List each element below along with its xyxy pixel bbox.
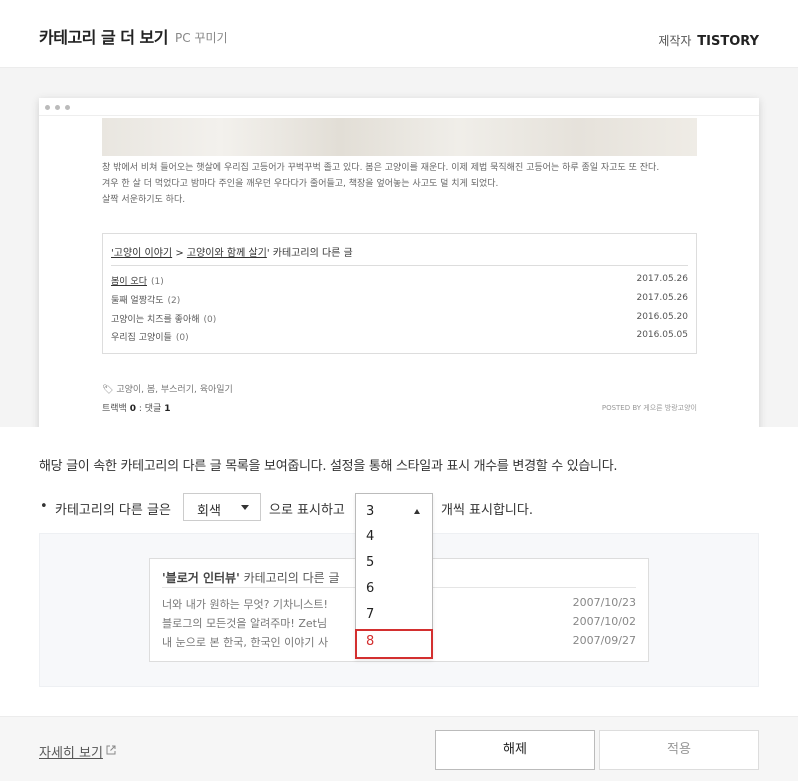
related-row-title[interactable]: 우리집 고양이들	[111, 333, 172, 343]
related-row-date: 2016.05.05	[636, 330, 688, 340]
tag-icon: 🏷︎	[102, 385, 114, 395]
style-select-value: 회색	[197, 504, 221, 519]
count-select-dropdown[interactable]: 3 4 5 6 7 8	[355, 493, 433, 659]
example-row-date: 2007/10/02	[572, 615, 636, 628]
window-dot-icon	[55, 105, 60, 110]
browser-mockup: 창 밖에서 비쳐 들어오는 햇살에 우리집 고등어가 꾸벅꾸벅 졸고 있다. 봄…	[39, 98, 759, 427]
related-row[interactable]: 둘째 얼짱각도 (2) 2017.05.26	[111, 293, 688, 306]
option-label: 6	[366, 581, 375, 596]
maker-label: 제작자	[658, 34, 692, 48]
option-label: 4	[366, 529, 375, 544]
title-rest: ' 카테고리의 다른 글	[266, 248, 353, 259]
preview-area: 창 밖에서 비쳐 들어오는 햇살에 우리집 고등어가 꾸벅꾸벅 졸고 있다. 봄…	[0, 68, 798, 427]
count-option-4[interactable]: 4	[356, 524, 432, 550]
post-line: 창 밖에서 비쳐 들어오는 햇살에 우리집 고등어가 꾸벅꾸벅 졸고 있다. 봄…	[102, 163, 660, 173]
count-option-8[interactable]: 8	[355, 629, 433, 659]
example-title: '블로거 인터뷰' 카테고리의 다른 글	[162, 569, 340, 586]
trackback-count: 0	[129, 404, 136, 414]
related-row-count: (0)	[175, 333, 189, 343]
related-row-date: 2016.05.20	[636, 312, 688, 322]
related-row-title[interactable]: 고양이는 치즈를 좋아해	[111, 315, 200, 325]
window-dot-icon	[45, 105, 50, 110]
count-select[interactable]: 3	[356, 494, 432, 524]
related-row-count: (2)	[167, 296, 181, 306]
bullet: •	[40, 499, 48, 514]
maker-name: TISTORY	[697, 34, 759, 49]
footer: 자세히 보기 해제 적용	[0, 716, 798, 781]
example-title-rest: 카테고리의 다른 글	[239, 571, 340, 585]
comment-count: 1	[164, 404, 171, 414]
option-suffix: 개씩 표시합니다.	[441, 503, 533, 518]
example-title-category: '블로거 인터뷰'	[162, 571, 240, 585]
count-option-7[interactable]: 7	[356, 602, 432, 628]
related-title: '고양이 이야기 > 고양이와 함께 살기' 카테고리의 다른 글	[111, 244, 353, 259]
related-row-date: 2017.05.26	[636, 293, 688, 303]
disable-button[interactable]: 해제	[435, 730, 595, 770]
related-row[interactable]: 봄이 오다 (1) 2017.05.26	[111, 274, 688, 287]
window-dot-icon	[65, 105, 70, 110]
page-title: 카테고리 글 더 보기	[39, 28, 168, 47]
chevron-down-icon	[241, 505, 249, 510]
maker-info: 제작자 TISTORY	[658, 32, 759, 49]
apply-button[interactable]: 적용	[599, 730, 759, 770]
subcategory-link[interactable]: 고양이와 함께 살기	[187, 248, 267, 259]
related-row[interactable]: 고양이는 치즈를 좋아해 (0) 2016.05.20	[111, 312, 688, 325]
post-line: 겨우 한 살 더 먹었다고 밤마다 주인을 깨우던 우다다가 줄어들고, 책장을…	[102, 179, 499, 189]
external-link-icon[interactable]	[106, 745, 116, 755]
related-posts-box: '고양이 이야기 > 고양이와 함께 살기' 카테고리의 다른 글 봄이 오다(…	[102, 233, 697, 354]
trackback-comment: 트랙백 0 : 댓글 1	[102, 404, 171, 414]
chevron-up-icon	[414, 509, 420, 514]
count-option-6[interactable]: 6	[356, 576, 432, 602]
post-tags: 🏷︎ 고양이, 봄, 부스러기, 육아일기	[102, 382, 233, 395]
related-row-count: (1)	[150, 277, 164, 287]
related-row-title[interactable]: 봄이 오다	[111, 277, 147, 287]
post-body: 창 밖에서 비쳐 들어오는 햇살에 우리집 고등어가 꾸벅꾸벅 졸고 있다. 봄…	[102, 160, 702, 208]
related-row-count: (0)	[203, 315, 217, 325]
example-row-title: 블로그의 모든것을 알려주마! Zet님	[162, 617, 328, 630]
count-select-value: 3	[366, 504, 375, 519]
example-row-date: 2007/09/27	[572, 634, 636, 647]
option-label: 7	[366, 607, 375, 622]
divider	[111, 265, 688, 266]
example-row-title: 내 눈으로 본 한국, 한국인 이야기 사	[162, 636, 329, 649]
option-middle: 으로 표시하고	[269, 503, 345, 518]
page-subtitle: PC 꾸미기	[175, 31, 228, 45]
related-row[interactable]: 우리집 고양이들 (0) 2016.05.05	[111, 330, 688, 343]
option-label: 5	[366, 555, 375, 570]
title-separator: >	[172, 248, 187, 259]
post-line: 살짝 서운하기도 하다.	[102, 195, 186, 205]
example-row-title: 너와 내가 원하는 무엇? 기차니스트!	[162, 598, 328, 611]
option-prefix: 카테고리의 다른 글은	[55, 503, 171, 518]
tags-text: 고양이, 봄, 부스러기, 육아일기	[116, 385, 233, 395]
comment-label: 댓글	[144, 404, 162, 414]
count-option-5[interactable]: 5	[356, 550, 432, 576]
example-row-date: 2007/10/23	[572, 596, 636, 609]
related-row-title[interactable]: 둘째 얼짱각도	[111, 296, 164, 306]
related-row-date: 2017.05.26	[636, 274, 688, 284]
post-image	[102, 118, 697, 156]
posted-by: POSTED BY 게으른 방랑고양이	[601, 404, 697, 412]
more-info-link[interactable]: 자세히 보기	[39, 742, 103, 761]
trackback-label: 트랙백	[102, 404, 127, 414]
browser-bar	[39, 98, 759, 116]
option-label: 8	[366, 634, 375, 649]
description: 해당 글이 속한 카테고리의 다른 글 목록을 보여줍니다. 설정을 통해 스타…	[39, 459, 618, 474]
header: 카테고리 글 더 보기 PC 꾸미기 제작자 TISTORY	[0, 0, 798, 68]
style-select[interactable]: 회색	[183, 493, 261, 521]
category-link[interactable]: '고양이 이야기	[111, 248, 172, 259]
